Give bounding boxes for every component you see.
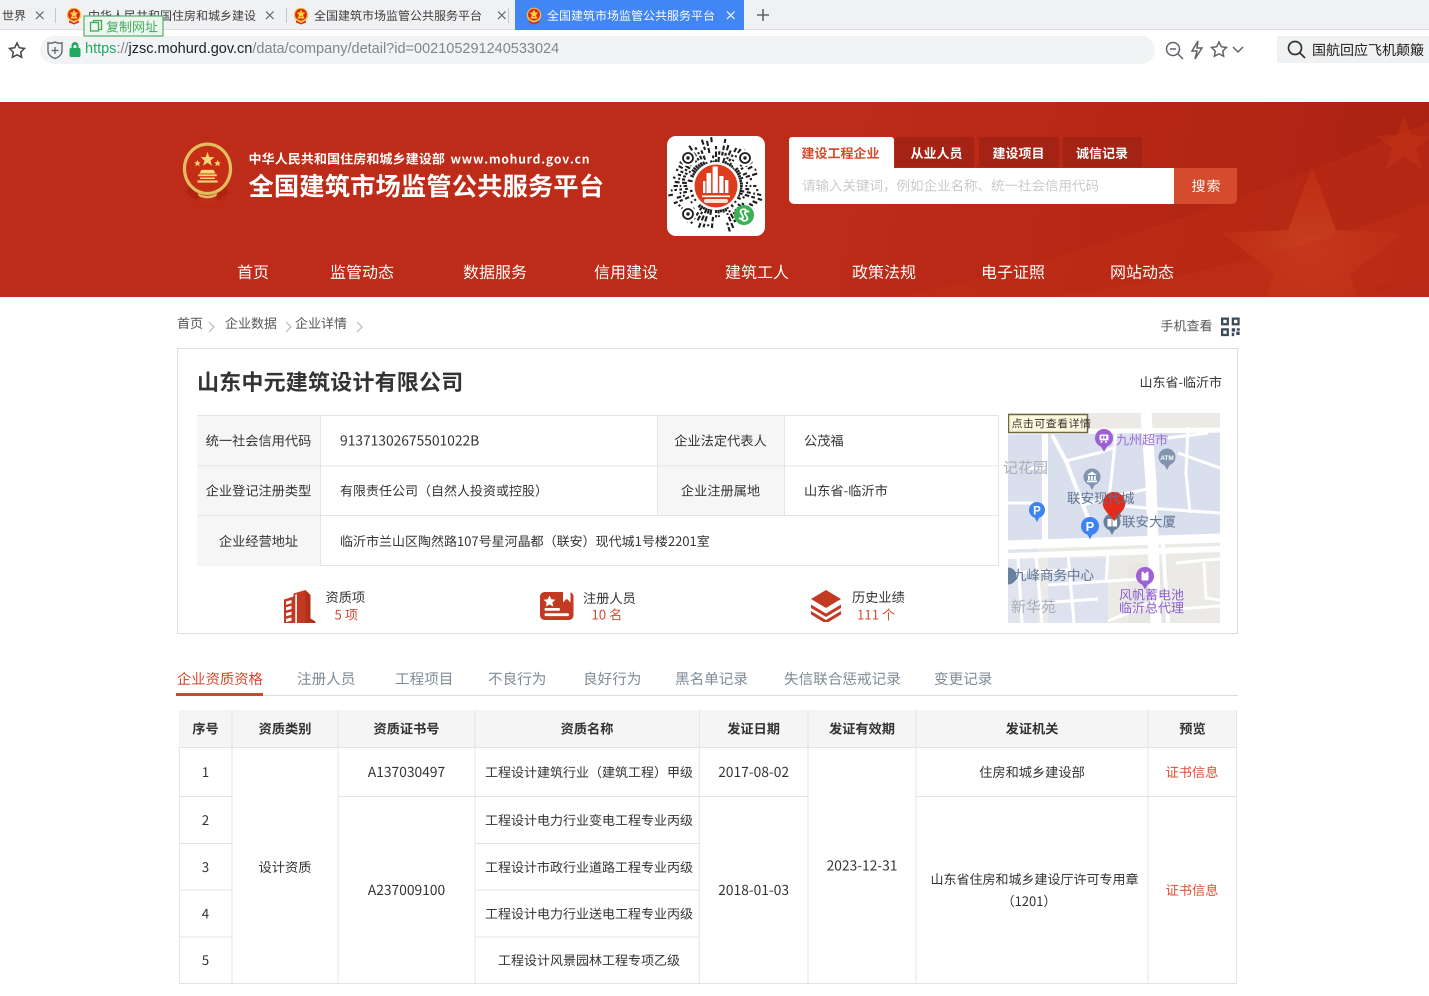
svg-text:P: P [1033, 506, 1041, 518]
svg-text:P: P [1086, 519, 1095, 534]
svg-text:ATM: ATM [1160, 455, 1174, 462]
